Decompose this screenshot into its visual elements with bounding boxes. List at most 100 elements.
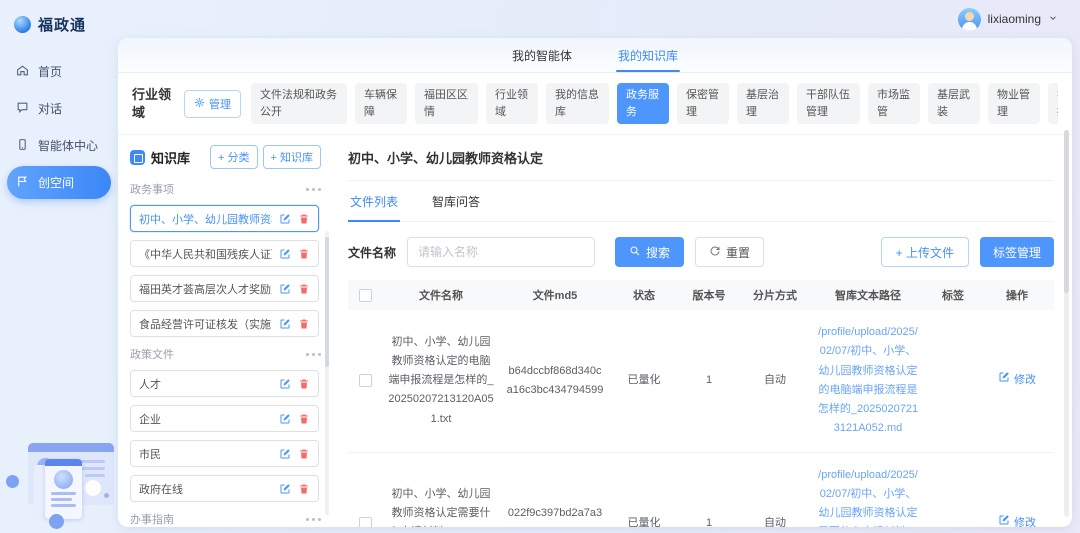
chat-icon — [16, 101, 29, 117]
sidebar-item-creation-space[interactable]: 创空间 — [7, 166, 111, 199]
ellipsis-icon[interactable] — [312, 518, 315, 521]
category-tab[interactable]: 保密管理 — [677, 83, 729, 124]
trash-icon[interactable] — [298, 413, 310, 425]
table-header-row: 文件名称 文件md5 状态 版本号 分片方式 智库文本路径 标签 操作 — [348, 280, 1054, 310]
app-window: 福政通 首页 对话 智能体中心 创空间 — [0, 0, 1080, 533]
file-md5-cell: b64dccbf868d340ca16c3bc434794599 — [500, 310, 610, 452]
trash-icon[interactable] — [298, 248, 310, 260]
modify-link-label: 修改 — [1014, 514, 1036, 527]
kb-item[interactable]: 市民 — [130, 440, 319, 467]
sidebar-item-chat[interactable]: 对话 — [7, 92, 111, 125]
category-tab[interactable]: 福田区区情 — [415, 83, 478, 124]
upload-file-button[interactable]: + 上传文件 — [881, 237, 969, 267]
edit-icon[interactable] — [279, 248, 291, 260]
category-title: 行业领域 — [132, 86, 174, 121]
trash-icon[interactable] — [298, 448, 310, 460]
illustration-card — [45, 459, 82, 519]
kb-group-name: 政策文件 — [130, 346, 174, 362]
category-tab[interactable]: 市场监管 — [868, 83, 920, 124]
knowledge-base-icon — [130, 150, 145, 165]
modify-link[interactable]: 修改 — [998, 514, 1036, 527]
kb-item[interactable]: 《中华人民共和国残疾人证》... — [130, 240, 319, 267]
text-path-link[interactable]: /profile/upload/2025/02/07/初中、小学、幼儿园教师资格… — [818, 326, 918, 434]
text-path-link[interactable]: /profile/upload/2025/02/07/初中、小学、幼儿园教师资格… — [818, 469, 918, 528]
kb-panel-header: 知识库 + 分类 + 知识库 — [130, 145, 329, 169]
edit-icon[interactable] — [279, 283, 291, 295]
chevron-down-icon[interactable] — [1048, 10, 1058, 28]
kb-panel-title: 知识库 — [151, 148, 205, 167]
kb-item[interactable]: 政府在线 — [130, 475, 319, 502]
sidebar-item-agent-center[interactable]: 智能体中心 — [7, 129, 111, 162]
edit-icon[interactable] — [279, 213, 291, 225]
category-tab[interactable]: 基层武装 — [928, 83, 980, 124]
category-tab-active[interactable]: 政务服务 — [617, 83, 669, 124]
row-checkbox[interactable] — [359, 517, 372, 527]
brand-logo-icon — [14, 16, 31, 33]
reset-button[interactable]: 重置 — [695, 237, 764, 267]
kb-item[interactable]: 人才 — [130, 370, 319, 397]
trash-icon[interactable] — [298, 213, 310, 225]
edit-icon[interactable] — [279, 318, 291, 330]
edit-icon[interactable] — [279, 483, 291, 495]
table-row: 初中、小学、幼儿园教师资格认定需要什么申请材料_20250207213127A0… — [348, 452, 1054, 527]
sidebar-item-home[interactable]: 首页 — [7, 55, 111, 88]
sidebar-item-label: 首页 — [38, 63, 62, 80]
user-name: lixiaoming — [988, 12, 1041, 26]
status-cell: 已量化 — [610, 310, 678, 452]
trash-icon[interactable] — [298, 318, 310, 330]
category-tab[interactable]: 车辆保障 — [355, 83, 407, 124]
kb-item-label: 政府在线 — [139, 481, 272, 497]
kb-item-label: 企业 — [139, 411, 272, 427]
category-tab[interactable]: 行业领域 — [486, 83, 538, 124]
tab-qa[interactable]: 智库问答 — [430, 181, 482, 221]
search-button-label: 搜索 — [646, 244, 670, 261]
panel-scrollbar[interactable] — [1064, 130, 1069, 517]
kb-item[interactable]: 企业 — [130, 405, 319, 432]
tab-file-list[interactable]: 文件列表 — [348, 181, 400, 221]
detail-area: 初中、小学、幼儿园教师资格认定 文件列表 智库问答 文件名称 搜索 — [332, 135, 1072, 527]
category-tab[interactable]: 文件法规和政务公开 — [251, 83, 347, 124]
tag-management-button[interactable]: 标签管理 — [980, 237, 1054, 267]
select-all-checkbox[interactable] — [359, 289, 372, 302]
kb-group-header: 办事指南 — [130, 511, 319, 527]
col-text-path: 智库文本路径 — [810, 280, 926, 310]
ellipsis-icon[interactable] — [312, 353, 315, 356]
kb-item-label: 福田英才荟高层次人才奖励支持 — [139, 281, 272, 297]
add-category-button[interactable]: + 分类 — [210, 145, 257, 169]
file-table: 文件名称 文件md5 状态 版本号 分片方式 智库文本路径 标签 操作 — [348, 280, 1054, 527]
category-tab[interactable]: 我的信息库 — [546, 83, 609, 124]
ellipsis-icon[interactable] — [312, 188, 315, 191]
trash-icon[interactable] — [298, 283, 310, 295]
manage-button-label: 管理 — [209, 96, 231, 112]
category-tab[interactable]: 干部队伍管理 — [797, 83, 860, 124]
row-checkbox[interactable] — [359, 374, 372, 387]
trash-icon[interactable] — [298, 378, 310, 390]
trash-icon[interactable] — [298, 483, 310, 495]
sidebar-illustration — [4, 433, 118, 531]
edit-icon[interactable] — [279, 413, 291, 425]
file-name-input[interactable] — [407, 237, 595, 267]
col-status: 状态 — [610, 280, 678, 310]
edit-icon[interactable] — [279, 448, 291, 460]
manage-button[interactable]: 管理 — [184, 90, 241, 118]
tab-my-knowledge-base[interactable]: 我的知识库 — [618, 38, 678, 72]
add-knowledge-base-button[interactable]: + 知识库 — [263, 145, 321, 169]
category-tab[interactable]: 疫情防控 — [1048, 83, 1058, 124]
edit-icon[interactable] — [279, 378, 291, 390]
kb-item[interactable]: 食品经营许可证核发（实施申... — [130, 310, 319, 337]
content-row: 知识库 + 分类 + 知识库 政务事项 初中、小学、幼儿园教师资格... — [118, 135, 1072, 527]
category-tab[interactable]: 基层治理 — [737, 83, 789, 124]
modify-link[interactable]: 修改 — [998, 371, 1036, 390]
user-avatar[interactable] — [958, 8, 981, 31]
category-tab[interactable]: 物业管理 — [988, 83, 1040, 124]
split-mode-cell: 自动 — [740, 310, 810, 452]
tab-my-agents[interactable]: 我的智能体 — [512, 38, 572, 72]
col-tag: 标签 — [926, 280, 980, 310]
kb-group-name: 办事指南 — [130, 511, 174, 527]
col-file-md5: 文件md5 — [500, 280, 610, 310]
kb-scrollbar[interactable] — [325, 231, 329, 515]
search-button[interactable]: 搜索 — [615, 237, 684, 267]
kb-item[interactable]: 福田英才荟高层次人才奖励支持 — [130, 275, 319, 302]
kb-item[interactable]: 初中、小学、幼儿园教师资格... — [130, 205, 319, 232]
edit-icon — [998, 371, 1010, 390]
